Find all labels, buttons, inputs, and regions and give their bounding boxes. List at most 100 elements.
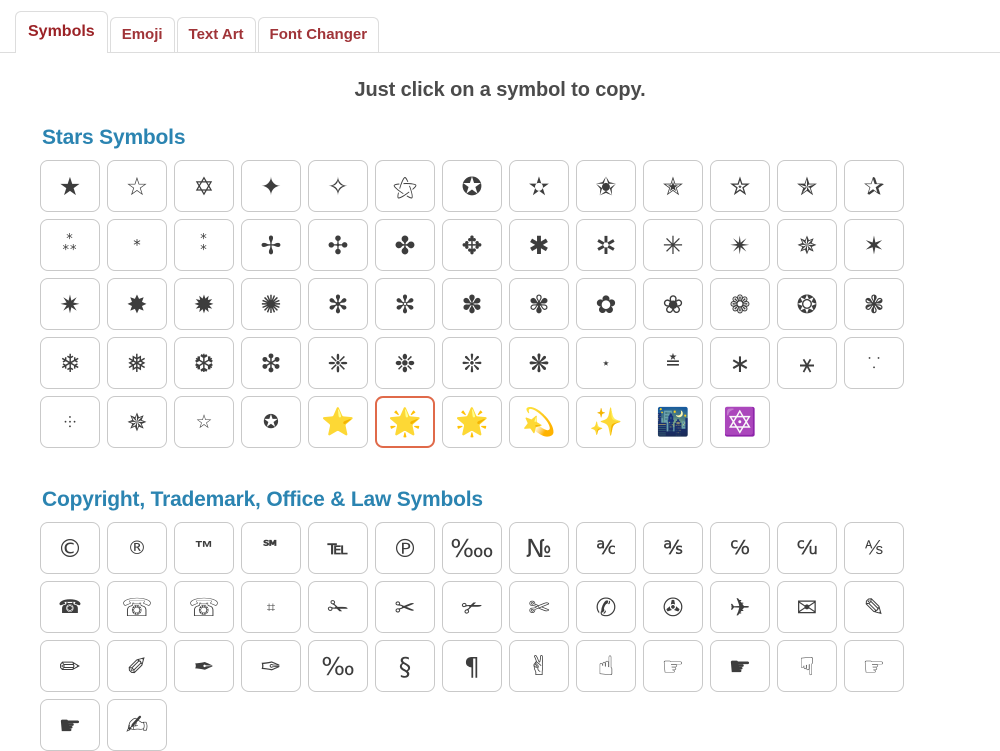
symbol-cell-care-of[interactable]: ℅ [710,522,770,574]
symbol-cell-twelve-pointed-black-star[interactable]: ✹ [174,278,234,330]
symbol-cell-four-teardrop-spoked-asterisk[interactable]: ✢ [241,219,301,271]
symbol-cell-writing-hand-emoji[interactable]: ✍ [107,699,167,751]
symbol-cell-heavy-four-balloon-spoked-asterisk[interactable]: ✤ [375,219,435,271]
symbol-cell-two-asterisks-aligned-vertically[interactable]: * * [174,219,234,271]
symbol-cell-star-operator[interactable]: ⋆ [576,337,636,389]
symbol-cell-four-club-spoked-asterisk[interactable]: ✥ [442,219,502,271]
symbol-cell-white-nib[interactable]: ✑ [241,640,301,692]
symbol-cell-circled-white-star-2[interactable]: ✪ [241,396,301,448]
symbol-cell-white-telephone[interactable]: ☏ [174,581,234,633]
symbol-cell-eight-spoked-asterisk[interactable]: ✳ [643,219,703,271]
symbol-cell-eight-pointed-black-star[interactable]: ✴ [710,219,770,271]
symbol-cell-teardrop-spoked-asterisk[interactable]: ✻ [308,278,368,330]
symbol-cell-dizzy-star-emoji[interactable]: 🌟 [442,396,502,448]
symbol-cell-dizzy-symbol-emoji[interactable]: 💫 [509,396,569,448]
symbol-cell-upper-right-pencil[interactable]: ✐ [107,640,167,692]
symbol-cell-eight-petalled-outlined-black-florette[interactable]: ❁ [710,278,770,330]
symbol-cell-heavy-teardrop-spoked-asterisk[interactable]: ✽ [442,278,502,330]
symbol-cell-pilcrow-sign[interactable]: ¶ [442,640,502,692]
tab-font-changer[interactable]: Font Changer [257,16,380,52]
symbol-cell-heavy-asterisk[interactable]: ✱ [509,219,569,271]
symbol-cell-tape-drive[interactable]: ✇ [643,581,703,633]
symbol-cell-black-telephone[interactable]: ☏ [107,581,167,633]
symbol-cell-registered-sign[interactable]: ® [107,522,167,574]
symbol-cell-trade-mark-sign[interactable]: ™ [174,522,234,574]
symbol-cell-heavy-outlined-black-star[interactable]: ✮ [710,160,770,212]
symbol-cell-copyright-sign[interactable]: © [40,522,100,574]
symbol-cell-black-four-pointed-star[interactable]: ✦ [241,160,301,212]
symbol-cell-per-ten-thousand-sign[interactable]: ‱ [442,522,502,574]
symbol-cell-sound-recording-copyright[interactable]: ℗ [375,522,435,574]
symbol-cell-two-dots-over-one-dot-punctuation[interactable]: ⸪ [844,337,904,389]
symbol-cell-snowflake[interactable]: ❄ [40,337,100,389]
symbol-cell-heavy-eight-pointed-rectilinear-black-star[interactable]: ✸ [107,278,167,330]
symbol-cell-open-centre-asterisk[interactable]: ✲ [576,219,636,271]
symbol-cell-white-star-small[interactable]: ☆ [174,396,234,448]
symbol-cell-heavy-teardrop-spoked-pinwheel-asterisk[interactable]: ❃ [844,278,904,330]
symbol-cell-black-florette[interactable]: ✿ [576,278,636,330]
symbol-cell-white-star[interactable]: ☆ [107,160,167,212]
symbol-cell-white-right-pointing-index[interactable]: ☞ [643,640,703,692]
symbol-cell-black-centre-white-star[interactable]: ✬ [576,160,636,212]
symbol-cell-white-florette[interactable]: ❀ [643,278,703,330]
symbol-cell-four-balloon-spoked-asterisk[interactable]: ✣ [308,219,368,271]
symbol-cell-pencil[interactable]: ✏ [40,640,100,692]
symbol-cell-envelope[interactable]: ✉ [777,581,837,633]
symbol-cell-star-emoji[interactable]: ⭐ [308,396,368,448]
symbol-cell-telephone-sign[interactable]: ℡ [308,522,368,574]
symbol-cell-five-dot-mark[interactable]: ⸭ [40,396,100,448]
symbol-cell-lower-blade-scissors[interactable]: ✃ [442,581,502,633]
symbol-cell-lower-right-pencil[interactable]: ✎ [844,581,904,633]
symbol-cell-circled-open-centre-eight-pointed-star[interactable]: ❂ [777,278,837,330]
symbol-cell-open-centre-teardrop-spoked-asterisk[interactable]: ✼ [375,278,435,330]
symbol-cell-addressed-to-the-subject[interactable]: ℁ [643,522,703,574]
symbol-cell-circled-white-star[interactable]: ✪ [442,160,502,212]
symbol-cell-heavy-eight-teardrop-spoked-propeller-asterisk[interactable]: ❋ [509,337,569,389]
symbol-cell-open-centre-black-star[interactable]: ✫ [509,160,569,212]
symbol-cell-white-scissors[interactable]: ✄ [509,581,569,633]
symbol-cell-service-mark[interactable]: ℠ [241,522,301,574]
symbol-cell-cada-una[interactable]: ℆ [777,522,837,574]
symbol-cell-heavy-chevron-snowflake[interactable]: ❆ [174,337,234,389]
symbol-cell-star-of-david[interactable]: ✡ [174,160,234,212]
symbol-cell-white-down-pointing-index[interactable]: ☟ [777,640,837,692]
symbol-cell-black-right-pointing-index[interactable]: ☛ [710,640,770,692]
symbol-cell-pinwheel-star[interactable]: ✯ [777,160,837,212]
symbol-cell-eight-pointed-pinwheel-star[interactable]: ✵ [777,219,837,271]
symbol-cell-outlined-black-star[interactable]: ✭ [643,160,703,212]
symbol-cell-eight-teardrop-spoked-propeller-asterisk[interactable]: ❊ [442,337,502,389]
symbol-cell-night-with-stars-emoji[interactable]: 🌃 [643,396,703,448]
symbol-cell-glowing-star-emoji[interactable]: 🌟 [375,396,435,448]
symbol-cell-asterisk-operator[interactable]: ∗ [710,337,770,389]
symbol-cell-sixteen-pointed-asterisk[interactable]: ✺ [241,278,301,330]
symbol-cell-black-right-pointing-index-2[interactable]: ☛ [40,699,100,751]
symbol-cell-black-scissors[interactable]: ✂ [375,581,435,633]
symbol-cell-asterisk[interactable]: * [107,219,167,271]
symbol-cell-six-petalled-black-and-white-florette[interactable]: ✾ [509,278,569,330]
tab-emoji[interactable]: Emoji [109,16,175,52]
symbol-cell-asterism[interactable]: * ** [40,219,100,271]
symbol-cell-balloon-spoked-asterisk[interactable]: ❉ [375,337,435,389]
symbol-cell-aktieselskab[interactable]: ⅍ [844,522,904,574]
symbol-cell-victory-hand-emoji[interactable]: ✌ [509,640,569,692]
symbol-cell-star-equals[interactable]: ≛ [643,337,703,389]
tab-text-art[interactable]: Text Art [176,16,256,52]
symbol-cell-six-pointed-black-star[interactable]: ✶ [844,219,904,271]
symbol-cell-headphone-symbol[interactable]: ☎ [40,581,100,633]
symbol-cell-white-right-pointing-index-2[interactable]: ☞ [844,640,904,692]
symbol-cell-viewdata-square[interactable]: ⌗ [241,581,301,633]
symbol-cell-sextile[interactable]: ⚹ [777,337,837,389]
symbol-cell-sparkles-emoji[interactable]: ✨ [576,396,636,448]
symbol-cell-airplane[interactable]: ✈ [710,581,770,633]
symbol-cell-numero-sign[interactable]: № [509,522,569,574]
symbol-cell-section-sign[interactable]: § [375,640,435,692]
symbol-cell-six-pointed-star-emoji[interactable]: 🔯 [710,396,770,448]
symbol-cell-heavy-sparkle[interactable]: ❈ [308,337,368,389]
symbol-cell-upper-blade-scissors[interactable]: ✁ [308,581,368,633]
symbol-cell-sparkle[interactable]: ❇ [241,337,301,389]
tab-symbols[interactable]: Symbols [15,11,108,53]
symbol-cell-eight-pointed-pinwheel-star-outline[interactable]: ✵ [107,396,167,448]
symbol-cell-eight-pointed-rectilinear-black-star[interactable]: ✷ [40,278,100,330]
symbol-cell-index-pointing-up-emoji[interactable]: ☝ [576,640,636,692]
symbol-cell-white-four-pointed-star[interactable]: ✧ [308,160,368,212]
